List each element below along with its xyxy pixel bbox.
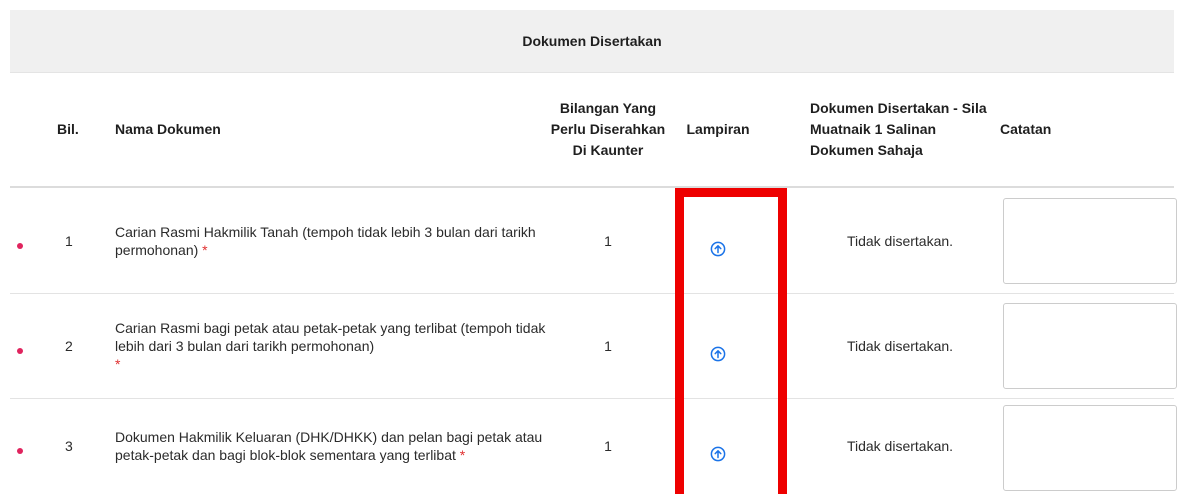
table-row: 3 Dokumen Hakmilik Keluaran (DHK/DHKK) d… (10, 398, 1177, 494)
bullet-icon (17, 398, 25, 494)
row-number: 2 (65, 338, 73, 354)
catatan-input[interactable] (1003, 303, 1177, 389)
row-number: 1 (65, 233, 73, 249)
document-name: Dokumen Hakmilik Keluaran (DHK/DHKK) dan… (115, 398, 550, 494)
attachment-status: Tidak disertakan. (846, 233, 954, 249)
section-header: Dokumen Disertakan (10, 10, 1174, 73)
required-count: 1 (604, 233, 612, 249)
lampiran-cell (678, 294, 758, 398)
header-bil: Bil. (57, 120, 79, 137)
required-count: 1 (604, 438, 612, 454)
header-bilangan: Bilangan Yang Perlu Diserahkan Di Kaunte… (550, 99, 666, 158)
document-name-text: Carian Rasmi bagi petak atau petak-petak… (115, 320, 546, 354)
upload-icon[interactable] (710, 446, 726, 462)
upload-icon[interactable] (710, 346, 726, 362)
lampiran-cell (678, 398, 758, 494)
header-nama-dokumen: Nama Dokumen (115, 120, 221, 137)
catatan-input[interactable] (1003, 198, 1177, 284)
attachment-status: Tidak disertakan. (846, 338, 954, 354)
required-mark: * (202, 242, 208, 258)
catatan-input[interactable] (1003, 405, 1177, 491)
table-row: 1 Carian Rasmi Hakmilik Tanah (tempoh ti… (10, 189, 1177, 294)
lampiran-cell (678, 189, 758, 293)
section-title: Dokumen Disertakan (522, 33, 662, 49)
header-dokumen-disertakan: Dokumen Disertakan - Sila Muatnaik 1 Sal… (810, 99, 987, 158)
catatan-cell (1003, 398, 1179, 494)
catatan-cell (1003, 294, 1179, 398)
bullet-icon (17, 294, 25, 398)
document-name-text: Dokumen Hakmilik Keluaran (DHK/DHKK) dan… (115, 429, 543, 463)
header-catatan: Catatan (1000, 120, 1052, 137)
bullet-icon (17, 189, 25, 293)
table-row: 2 Carian Rasmi bagi petak atau petak-pet… (10, 294, 1177, 399)
required-count: 1 (604, 338, 612, 354)
catatan-cell (1003, 189, 1179, 293)
document-name: Carian Rasmi Hakmilik Tanah (tempoh tida… (115, 189, 550, 293)
required-mark: * (115, 356, 121, 372)
table-header: Bil. Nama Dokumen Bilangan Yang Perlu Di… (10, 72, 1174, 188)
header-lampiran: Lampiran (686, 120, 750, 137)
document-name-text: Carian Rasmi Hakmilik Tanah (tempoh tida… (115, 224, 536, 258)
attachment-status: Tidak disertakan. (846, 438, 954, 454)
document-name: Carian Rasmi bagi petak atau petak-petak… (115, 294, 550, 398)
upload-icon[interactable] (710, 241, 726, 257)
row-number: 3 (65, 438, 73, 454)
required-mark: * (459, 447, 466, 463)
